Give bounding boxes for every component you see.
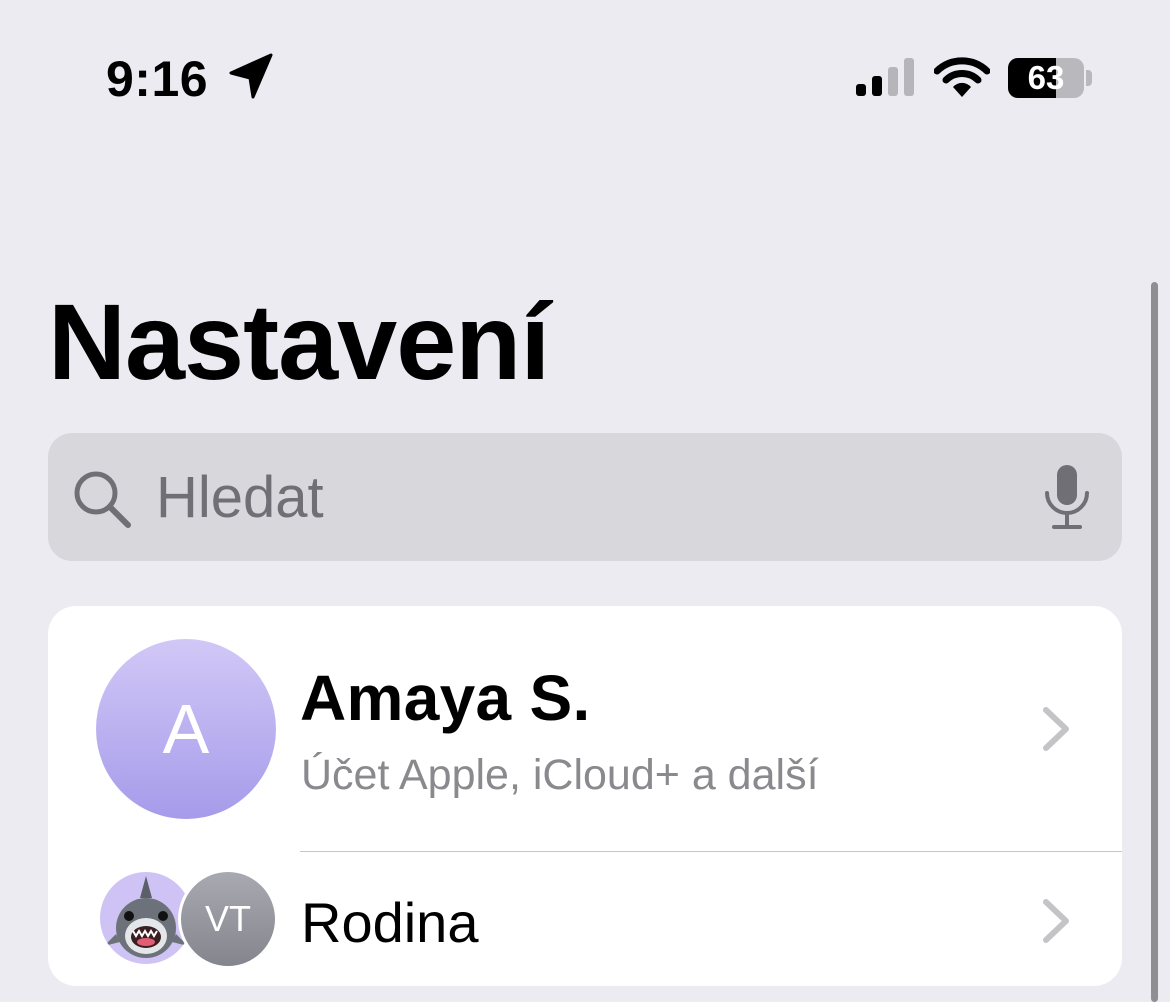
account-card: A Amaya S. Účet Apple, iCloud+ a další V…: [48, 606, 1122, 986]
account-subtitle: Účet Apple, iCloud+ a další: [301, 751, 819, 799]
battery-level: 63: [1027, 59, 1065, 96]
scroll-indicator[interactable]: [1151, 282, 1158, 1002]
search-input[interactable]: [156, 457, 996, 537]
battery-tip: [1086, 70, 1092, 86]
status-bar: 9:16 63: [0, 0, 1170, 150]
microphone-icon[interactable]: [1042, 463, 1092, 533]
cellular-signal-icon: [856, 58, 914, 96]
family-label: Rodina: [301, 891, 479, 954]
account-name: Amaya S.: [300, 662, 591, 734]
location-arrow-icon: [229, 53, 273, 99]
family-member-avatar: VT: [178, 869, 278, 969]
status-time: 9:16: [106, 51, 209, 107]
page-title: Nastavení: [48, 281, 550, 402]
chevron-right-icon: [1043, 707, 1069, 751]
wifi-icon: [934, 57, 990, 97]
family-row[interactable]: VT Rodina: [48, 852, 1122, 986]
apple-account-row[interactable]: A Amaya S. Účet Apple, iCloud+ a další: [48, 606, 1122, 852]
chevron-right-icon: [1043, 899, 1069, 943]
battery-icon: 63: [1008, 58, 1084, 98]
search-bar[interactable]: [48, 433, 1122, 561]
search-icon: [74, 471, 131, 528]
avatar: A: [96, 639, 276, 819]
